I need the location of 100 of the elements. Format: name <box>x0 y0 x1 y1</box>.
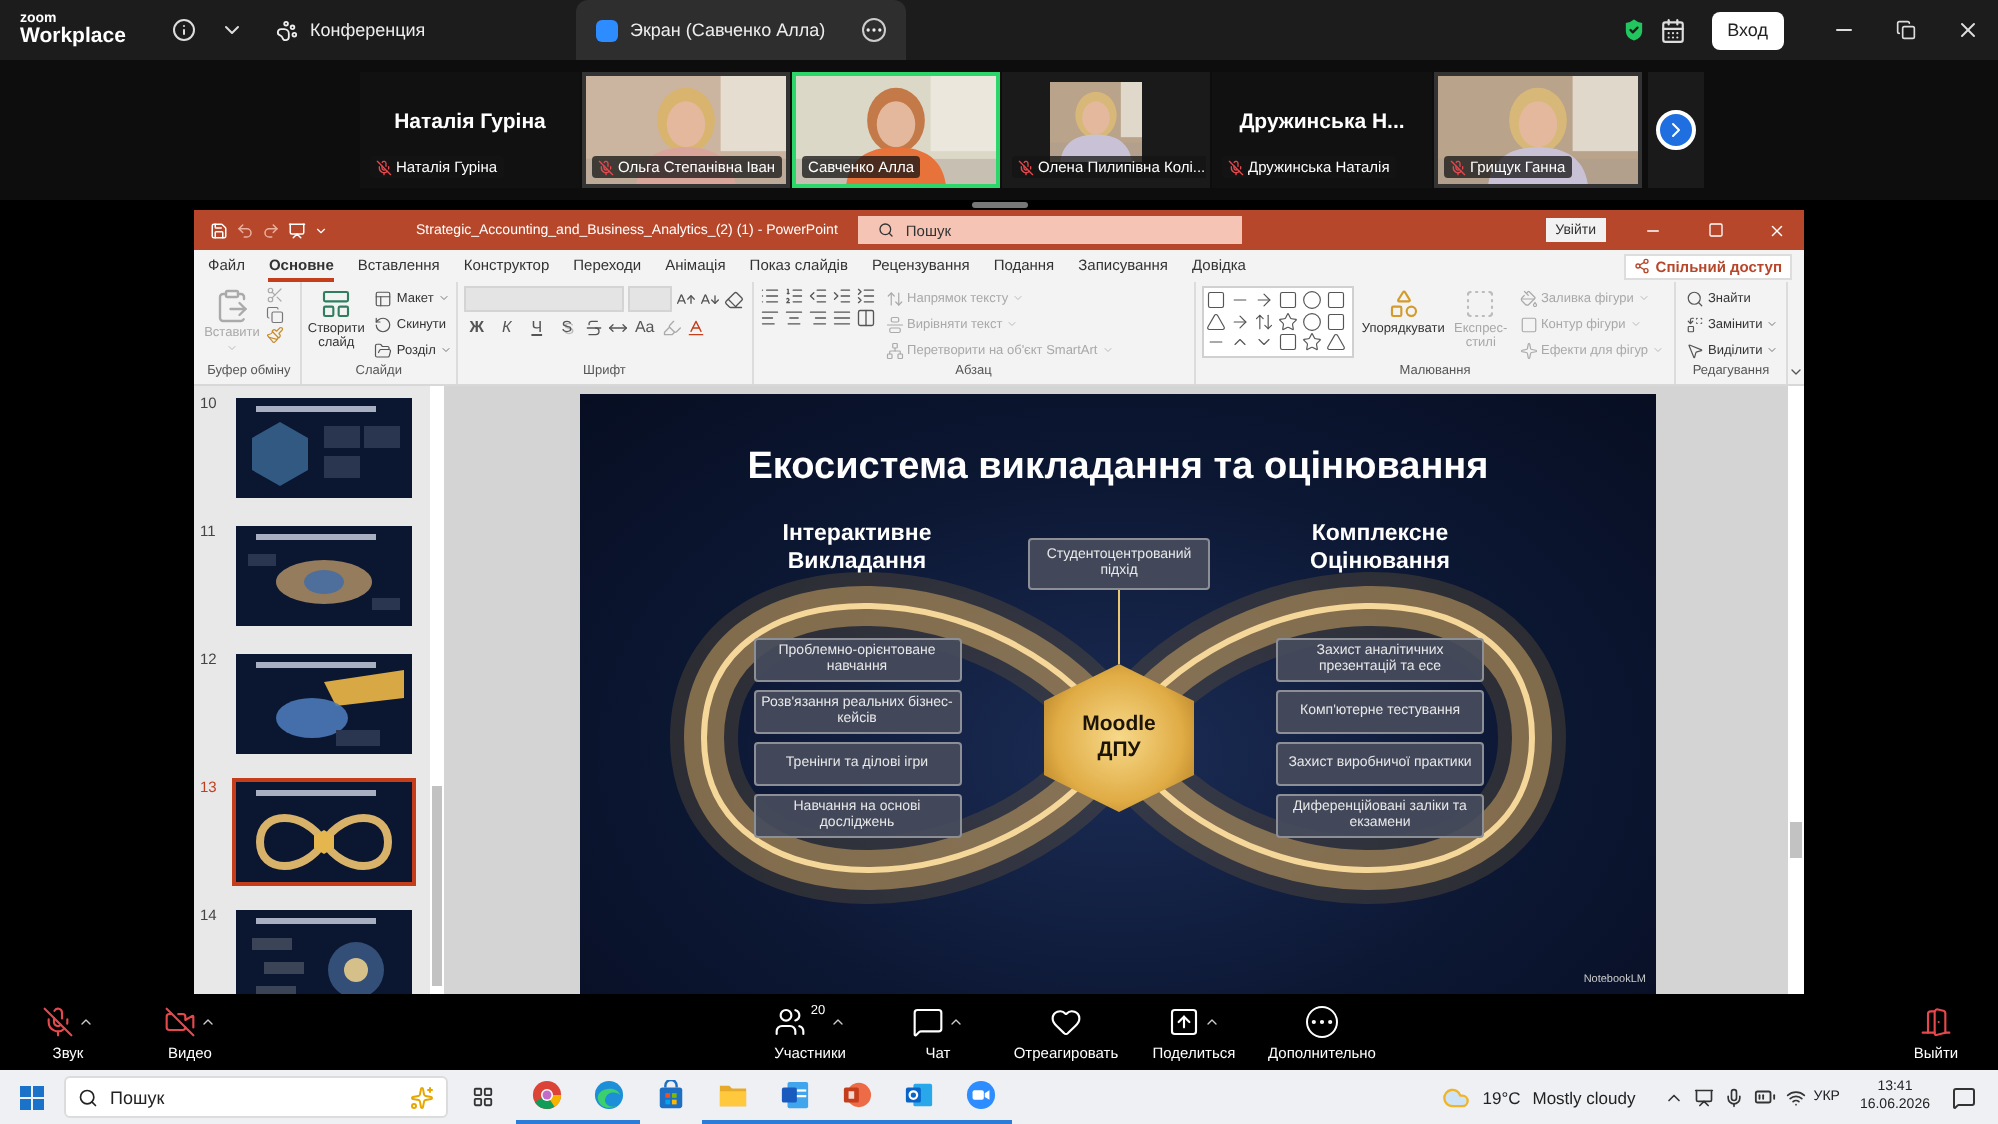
decrease-font-icon[interactable] <box>699 289 720 309</box>
folder-icon <box>718 1080 748 1110</box>
caret-icon <box>1629 318 1642 330</box>
font-size-field[interactable] <box>627 286 672 312</box>
format-button[interactable]: К <box>493 314 520 340</box>
caret-icon[interactable] <box>314 223 328 237</box>
temperature: 19°C <box>1482 1087 1521 1107</box>
shape-icon[interactable] <box>1278 332 1298 353</box>
format-button[interactable]: Ж <box>463 314 490 340</box>
save-icon[interactable] <box>210 221 228 239</box>
caret-icon <box>1766 318 1779 330</box>
reset-icon <box>374 315 393 333</box>
align-right-icon[interactable] <box>807 308 828 328</box>
mail-icon <box>904 1080 934 1110</box>
case-button[interactable]: Aa <box>631 314 658 340</box>
align-left-icon[interactable] <box>759 308 780 328</box>
sign-in-button[interactable]: Вход <box>1711 11 1784 49</box>
shape-icon[interactable] <box>1278 311 1298 332</box>
video-call-icon <box>966 1080 996 1110</box>
window-tab[interactable]: Конференция <box>256 0 576 60</box>
slide-heading: Інтерактивне Викладання <box>782 522 932 576</box>
heart-icon <box>1050 1005 1082 1037</box>
participant-name: Наталія Гуріна <box>394 110 546 134</box>
wifi-icon[interactable] <box>1785 1087 1806 1107</box>
slide-thumbnail[interactable] <box>232 778 416 886</box>
document-icon <box>780 1080 810 1110</box>
indent-icon[interactable] <box>807 286 828 306</box>
clear-format-icon[interactable] <box>723 289 744 309</box>
format-button[interactable]: S <box>553 314 580 340</box>
font-name-field[interactable] <box>463 286 624 312</box>
shape-icon[interactable] <box>1326 332 1346 353</box>
presentation-icon[interactable] <box>288 221 306 239</box>
sparkle-icon <box>410 1085 434 1109</box>
more-icon <box>1306 1005 1338 1037</box>
presentation-icon <box>842 1080 872 1110</box>
smartart-icon <box>885 341 904 359</box>
slide-thumbnail[interactable] <box>232 650 416 758</box>
hexagon-label: Moodle ДПУ <box>1044 664 1194 812</box>
effects-icon <box>1519 341 1537 359</box>
shape-icon[interactable] <box>1302 311 1322 332</box>
shape-icon[interactable] <box>1206 311 1226 332</box>
caret-icon <box>226 342 238 355</box>
chat-icon <box>912 1005 944 1037</box>
numbering-icon[interactable] <box>783 286 804 306</box>
shape-icon[interactable] <box>1254 311 1274 332</box>
fill-icon <box>1519 289 1537 307</box>
redo-icon[interactable] <box>262 221 280 239</box>
format-button[interactable]: Ч <box>523 314 550 340</box>
caret-icon <box>1101 344 1114 356</box>
share-icon <box>1168 1005 1200 1037</box>
shape-icon[interactable] <box>1302 332 1322 353</box>
increase-font-icon[interactable] <box>675 289 696 309</box>
store-icon <box>656 1080 686 1110</box>
caret-icon <box>1637 292 1650 304</box>
align-text-icon <box>885 315 904 333</box>
clipboard-icon <box>214 288 250 324</box>
slide-thumbnail[interactable] <box>232 906 416 994</box>
align-center-icon[interactable] <box>783 308 804 328</box>
shield-icon <box>1619 16 1648 44</box>
font-color-icon[interactable] <box>685 317 706 337</box>
styles-icon <box>1464 288 1497 320</box>
slide-thumbnail[interactable] <box>232 394 416 502</box>
participant-name: Дружинська Н... <box>1239 110 1405 134</box>
shape-icon[interactable] <box>1230 311 1250 332</box>
battery-icon[interactable] <box>1753 1086 1776 1108</box>
exit-icon <box>1920 1005 1952 1037</box>
collapse-icon[interactable] <box>1788 364 1804 380</box>
undo-icon[interactable] <box>236 221 254 239</box>
caret-icon <box>439 344 452 356</box>
shape-icon[interactable] <box>1254 290 1274 310</box>
line-spacing-icon[interactable] <box>855 286 876 306</box>
strikethrough-icon[interactable] <box>583 317 604 337</box>
browser-icon <box>594 1080 624 1110</box>
next-button[interactable] <box>1656 110 1696 150</box>
text-direction-icon <box>885 289 904 307</box>
browser-icon <box>532 1080 562 1110</box>
shape-icon[interactable] <box>1326 311 1346 332</box>
more-icon[interactable] <box>862 18 886 42</box>
logo-text: Workplace <box>20 26 128 48</box>
mic-icon[interactable] <box>1723 1087 1744 1107</box>
share-icon <box>1633 258 1650 274</box>
search-icon <box>1686 289 1704 307</box>
paintbrush-icon[interactable] <box>266 326 284 344</box>
columns-icon[interactable] <box>855 308 876 328</box>
windows-icon[interactable] <box>20 1085 44 1109</box>
meeting-icon[interactable] <box>1693 1087 1714 1107</box>
drag-handle[interactable] <box>971 202 1027 208</box>
caret-icon <box>1652 344 1664 356</box>
weather-icon <box>1442 1083 1471 1111</box>
justify-icon[interactable] <box>831 308 852 328</box>
slide-thumbnail[interactable] <box>232 522 416 630</box>
search-field[interactable]: Пошук <box>64 1076 448 1118</box>
scrollbar[interactable] <box>1788 386 1804 994</box>
scrollbar[interactable] <box>430 386 444 994</box>
search-icon <box>78 1087 98 1107</box>
copy-icon[interactable] <box>266 306 284 324</box>
shapes-gallery[interactable] <box>1202 286 1354 358</box>
caret-icon <box>437 292 450 304</box>
window-tab[interactable]: Экран (Савченко Алла) <box>576 0 906 60</box>
indent-icon[interactable] <box>831 286 852 306</box>
